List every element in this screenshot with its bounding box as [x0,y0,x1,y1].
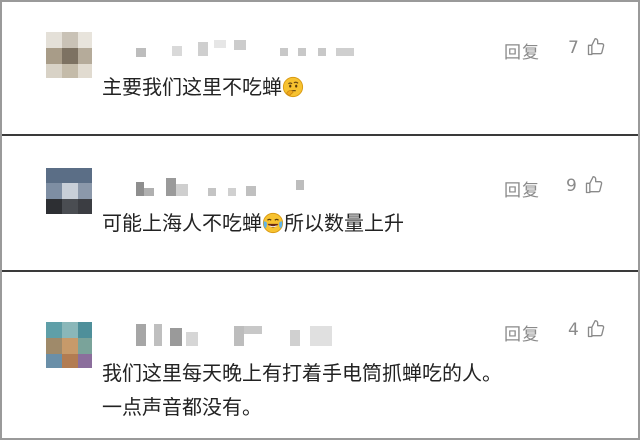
username-blurred[interactable] [130,324,370,346]
thinking-face-emoji-icon [282,76,304,98]
reply-button[interactable]: 回复 [504,320,540,345]
crying-laughing-face-emoji-icon [262,212,284,234]
user-avatar[interactable] [46,322,92,368]
comment-body-part1: 可能上海人不吃蝉 [102,211,262,235]
reply-button[interactable]: 回复 [504,176,540,201]
comment-line-2: 一点声音都没有。 [102,395,262,419]
thumbs-up-icon[interactable] [584,175,604,195]
user-avatar[interactable] [46,32,92,78]
comment-item: 回复 4 我们这里每天晚上有打着手电筒抓蝉吃的人。 一点声音都没有。 [2,272,638,438]
comment-text: 主要我们这里不吃蝉 [102,72,304,102]
comment-line-1: 我们这里每天晚上有打着手电筒抓蝉吃的人。 [102,361,502,385]
comment-text: 可能上海人不吃蝉 所以数量上升 [102,208,404,238]
comment-item: 回复 7 主要我们这里不吃蝉 [2,2,638,134]
like-count: 9 [566,176,577,196]
reply-button[interactable]: 回复 [504,38,540,63]
comment-item: 回复 9 可能上海人不吃蝉 所以数量上升 [2,136,638,270]
like-count: 4 [568,320,579,340]
username-blurred[interactable] [130,176,370,198]
user-avatar[interactable] [46,168,92,214]
like-count: 7 [568,38,579,58]
comment-body: 主要我们这里不吃蝉 [102,75,282,99]
comment-list: 回复 7 主要我们这里不吃蝉 回复 9 可能上海人不吃蝉 所以数量上升 回复 4… [2,2,638,438]
comment-text: 我们这里每天晚上有打着手电筒抓蝉吃的人。 一点声音都没有。 [102,356,502,424]
thumbs-up-icon[interactable] [586,319,606,339]
thumbs-up-icon[interactable] [586,37,606,57]
comment-body-part2: 所以数量上升 [284,211,404,235]
username-blurred[interactable] [130,38,370,60]
